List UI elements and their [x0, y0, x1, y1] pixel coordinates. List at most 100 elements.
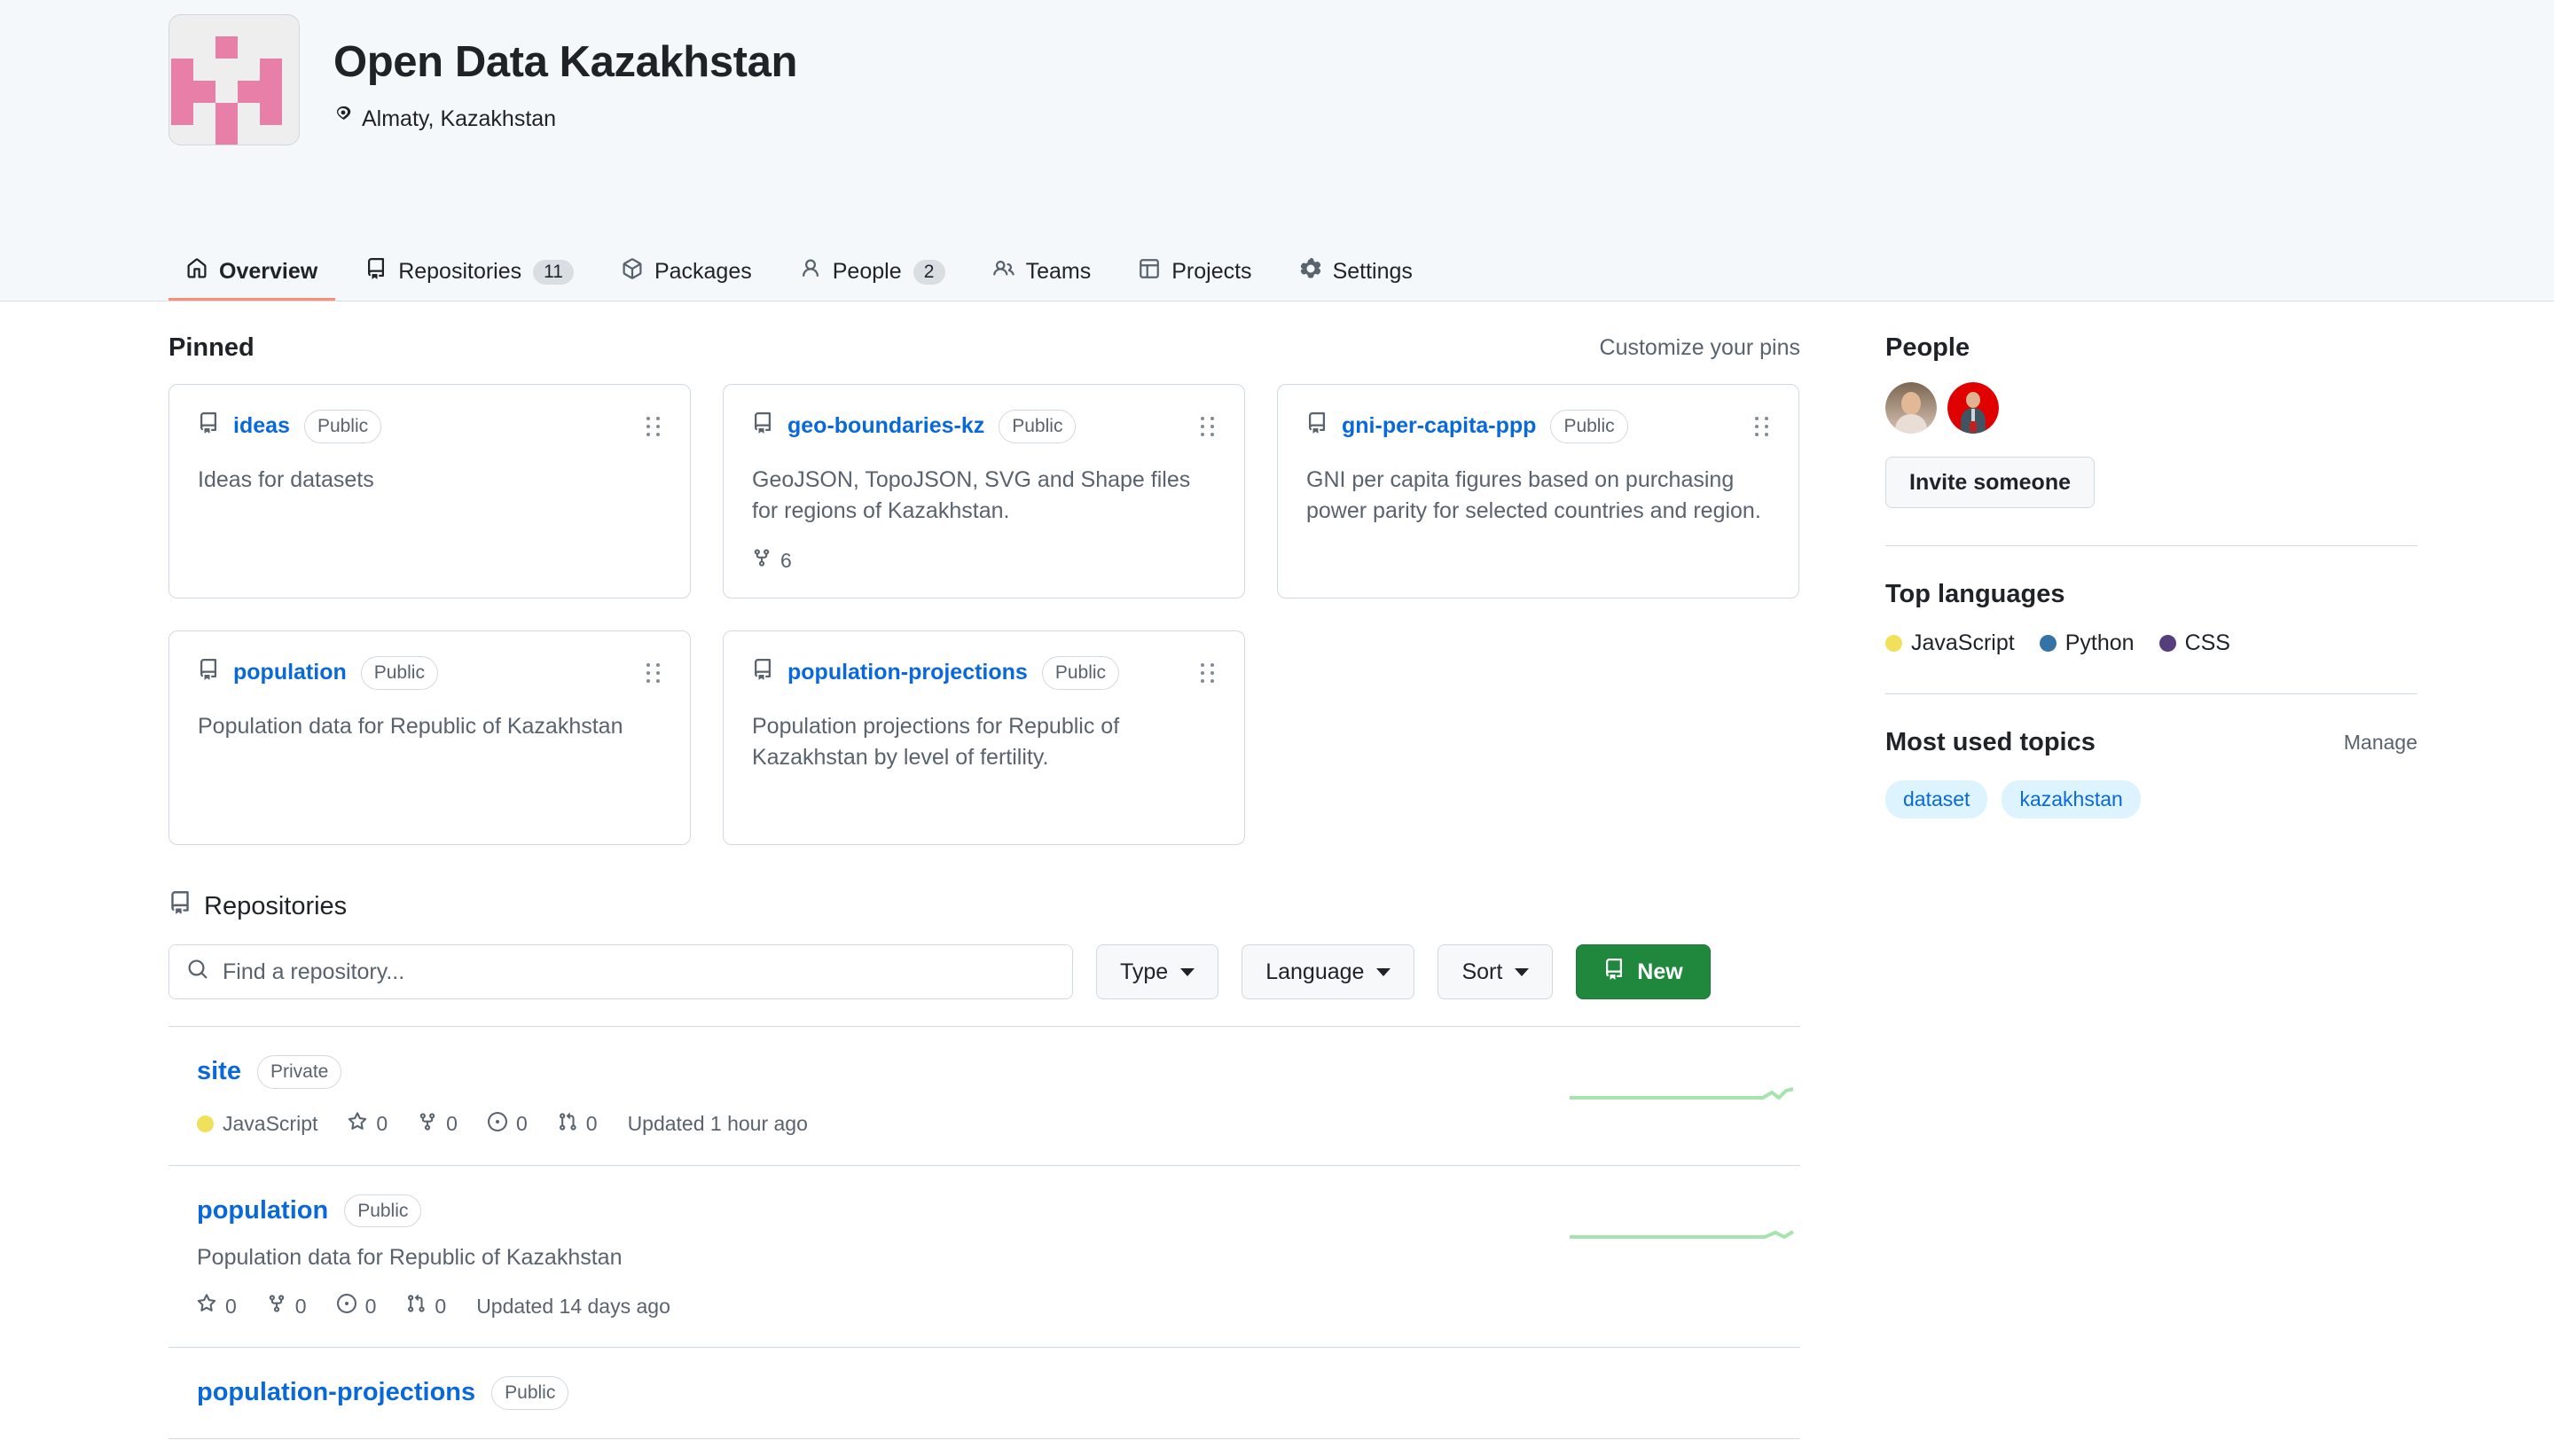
- tab-projects[interactable]: Projects: [1121, 246, 1269, 301]
- language-label: JavaScript: [1911, 630, 2015, 655]
- page-body: Pinned Customize your pins ideas Public …: [0, 301, 2554, 1439]
- pinned-repo-description: Population projections for Republic of K…: [752, 713, 1120, 771]
- tab-count-badge: 11: [533, 259, 574, 285]
- repo-link[interactable]: population: [197, 1196, 328, 1225]
- topic-pill[interactable]: dataset: [1885, 780, 1988, 818]
- drag-handle-icon[interactable]: [646, 662, 662, 683]
- pinned-card[interactable]: geo-boundaries-kz Public GeoJSON, TopoJS…: [723, 384, 1245, 599]
- visibility-badge: Public: [999, 410, 1077, 443]
- language-label: Python: [2064, 630, 2135, 655]
- tab-teams[interactable]: Teams: [975, 246, 1109, 301]
- drag-handle-icon[interactable]: [646, 416, 662, 436]
- member-avatar-2[interactable]: [1947, 382, 1999, 434]
- tab-count-badge: 2: [913, 259, 945, 285]
- language-python[interactable]: Python: [2039, 630, 2135, 656]
- star-value: 0: [225, 1294, 237, 1318]
- pinned-repo-name[interactable]: population: [233, 660, 347, 685]
- filter-sort-button[interactable]: Sort: [1438, 944, 1554, 999]
- pull-request-value: 0: [585, 1112, 598, 1135]
- drag-handle-icon[interactable]: [1755, 416, 1770, 436]
- table-row[interactable]: population Public Population data for Re…: [168, 1166, 1800, 1348]
- tab-people[interactable]: People 2: [782, 246, 963, 301]
- drag-handle-icon[interactable]: [1201, 416, 1216, 436]
- repo-link[interactable]: population-projections: [197, 1378, 475, 1407]
- customize-pins-link[interactable]: Customize your pins: [1600, 335, 1800, 361]
- people-title: People: [1885, 333, 1970, 362]
- fork-value: 0: [294, 1294, 307, 1318]
- pinned-repo-name[interactable]: gni-per-capita-ppp: [1342, 413, 1536, 439]
- repo-icon: [198, 412, 219, 440]
- language-javascript[interactable]: JavaScript: [1885, 630, 2015, 656]
- project-icon: [1139, 258, 1160, 286]
- issue-icon: [487, 1111, 507, 1137]
- topics-list: dataset kazakhstan: [1885, 780, 2417, 818]
- tab-label: People: [832, 259, 902, 284]
- activity-sparkline: [1570, 1055, 1800, 1125]
- language-color-dot: [1885, 635, 1902, 652]
- manage-topics-link[interactable]: Manage: [2344, 731, 2417, 755]
- visibility-badge: Public: [491, 1376, 569, 1410]
- pull-request-icon: [558, 1112, 577, 1137]
- repo-row-title: population Public: [197, 1194, 1570, 1227]
- org-location: Almaty, Kazakhstan: [333, 106, 797, 132]
- pull-request-count[interactable]: 0: [406, 1294, 446, 1319]
- gear-icon: [1300, 258, 1321, 286]
- person-icon: [800, 258, 821, 286]
- search-repository-box[interactable]: [168, 944, 1073, 999]
- tab-overview[interactable]: Overview: [168, 246, 336, 301]
- issue-count[interactable]: 0: [336, 1294, 377, 1319]
- pinned-card-header: geo-boundaries-kz Public: [752, 410, 1216, 443]
- pinned-card[interactable]: gni-per-capita-ppp Public GNI per capita…: [1277, 384, 1799, 599]
- org-location-label: Almaty, Kazakhstan: [362, 106, 557, 131]
- issue-value: 0: [364, 1294, 377, 1318]
- filter-label: Language: [1265, 959, 1365, 984]
- org-identity: Open Data Kazakhstan Almaty, Kazakhstan: [168, 0, 2554, 145]
- repo-icon: [168, 891, 192, 921]
- star-count[interactable]: 0: [197, 1294, 237, 1319]
- language-css[interactable]: CSS: [2158, 630, 2230, 656]
- fork-value: 0: [446, 1112, 458, 1135]
- search-input[interactable]: [223, 959, 1054, 985]
- updated-timestamp: Updated 14 days ago: [476, 1294, 670, 1318]
- pinned-card[interactable]: population-projections Public Population…: [723, 630, 1245, 845]
- pinned-repo-name[interactable]: ideas: [233, 413, 290, 439]
- top-languages-title: Top languages: [1885, 580, 2065, 608]
- topic-pill[interactable]: kazakhstan: [2002, 780, 2141, 818]
- fork-count[interactable]: 0: [418, 1112, 458, 1137]
- language-color-dot: [2158, 635, 2176, 652]
- home-icon: [186, 258, 208, 286]
- pinned-card[interactable]: population Public Population data for Re…: [168, 630, 691, 845]
- repo-row-meta: JavaScript 0 0 0 0 Updated 1 hour ago: [197, 1111, 1570, 1137]
- tab-repositories[interactable]: Repositories 11: [348, 246, 591, 301]
- people-icon: [992, 258, 1015, 286]
- repo-link[interactable]: site: [197, 1057, 241, 1086]
- pull-request-value: 0: [435, 1294, 447, 1318]
- fork-count[interactable]: 0: [267, 1294, 307, 1319]
- org-text-block: Open Data Kazakhstan Almaty, Kazakhstan: [333, 14, 797, 132]
- table-row[interactable]: population-projections Public: [168, 1348, 1800, 1439]
- pinned-card[interactable]: ideas Public Ideas for datasets: [168, 384, 691, 599]
- member-avatar-1[interactable]: [1885, 382, 1937, 434]
- invite-someone-button[interactable]: Invite someone: [1885, 457, 2095, 508]
- star-count[interactable]: 0: [348, 1111, 388, 1137]
- filter-type-button[interactable]: Type: [1096, 944, 1219, 999]
- pinned-card-header: population Public: [198, 656, 662, 690]
- tab-settings[interactable]: Settings: [1282, 246, 1430, 301]
- fork-icon: [752, 548, 772, 573]
- new-repository-button[interactable]: New: [1576, 944, 1711, 999]
- issue-icon: [336, 1294, 356, 1319]
- repo-row-meta: 0 0 0 0 Updated 14 days ago: [197, 1294, 1570, 1319]
- tab-packages[interactable]: Packages: [604, 246, 770, 301]
- filter-language-button[interactable]: Language: [1242, 944, 1415, 999]
- table-row[interactable]: site Private JavaScript 0 0 0 0 Updated …: [168, 1027, 1800, 1166]
- org-nav-tabs: Overview Repositories 11 Packages People…: [168, 246, 1443, 301]
- org-logo-icon: [168, 14, 300, 145]
- pull-request-count[interactable]: 0: [558, 1112, 598, 1137]
- org-header: Open Data Kazakhstan Almaty, Kazakhstan …: [0, 0, 2554, 301]
- issue-count[interactable]: 0: [487, 1111, 528, 1137]
- tab-label: Projects: [1171, 259, 1252, 284]
- pinned-repo-name[interactable]: geo-boundaries-kz: [787, 413, 984, 439]
- visibility-badge: Public: [360, 656, 438, 690]
- drag-handle-icon[interactable]: [1201, 662, 1216, 683]
- pinned-repo-name[interactable]: population-projections: [787, 660, 1028, 685]
